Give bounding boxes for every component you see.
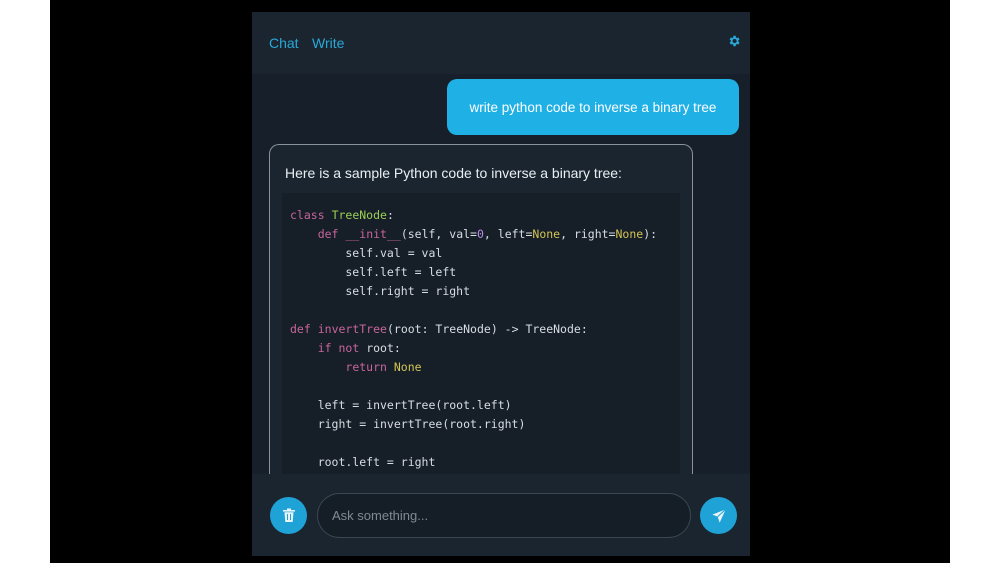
user-message-bubble: write python code to inverse a binary tr… bbox=[447, 79, 739, 135]
user-message-text: write python code to inverse a binary tr… bbox=[469, 99, 717, 115]
code-line: self.right = right bbox=[290, 284, 471, 298]
assistant-message-bubble: Here is a sample Python code to inverse … bbox=[269, 144, 693, 504]
composer-bar bbox=[252, 474, 750, 556]
code-line: self.left = left bbox=[290, 265, 457, 279]
top-bar: Chat Write bbox=[252, 12, 750, 74]
message-input[interactable] bbox=[317, 493, 691, 538]
code-block: class TreeNode: def __init__(self, val=0… bbox=[282, 193, 680, 504]
assistant-intro-text: Here is a sample Python code to inverse … bbox=[285, 165, 622, 181]
code-line: return None bbox=[345, 360, 422, 374]
send-button[interactable] bbox=[700, 497, 737, 534]
code-line: root.left = right bbox=[290, 455, 436, 469]
code-line: class TreeNode: bbox=[290, 208, 394, 222]
code-line: self.val = val bbox=[290, 246, 443, 260]
code-line: def __init__(self, val=0, left=None, rig… bbox=[317, 227, 658, 241]
clear-chat-button[interactable] bbox=[270, 497, 307, 534]
trash-icon bbox=[282, 508, 295, 522]
code-line: if not root: bbox=[317, 341, 401, 355]
send-icon bbox=[711, 508, 726, 523]
gear-icon[interactable] bbox=[727, 34, 741, 48]
code-line: def invertTree(root: TreeNode) -> TreeNo… bbox=[290, 322, 588, 336]
code-line: left = invertTree(root.left) bbox=[290, 398, 512, 412]
code-line: right = invertTree(root.right) bbox=[290, 417, 526, 431]
chat-app: Chat Write write python code to inverse … bbox=[252, 12, 750, 556]
tab-chat[interactable]: Chat bbox=[269, 35, 299, 51]
tab-write[interactable]: Write bbox=[312, 35, 344, 51]
